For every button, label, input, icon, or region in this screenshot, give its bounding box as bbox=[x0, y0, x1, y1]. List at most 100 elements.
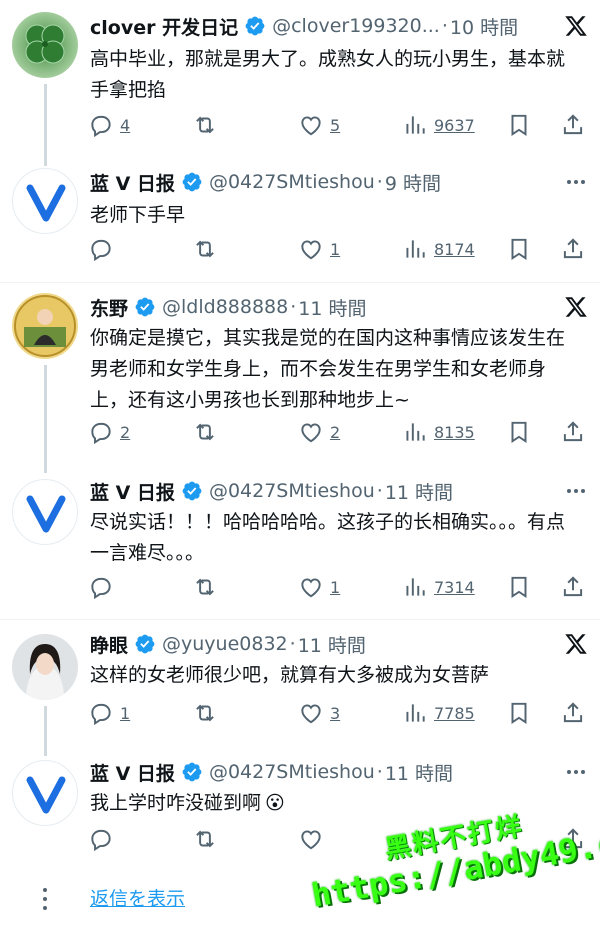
verified-badge-icon bbox=[135, 297, 155, 317]
tweet-2[interactable]: 蓝 V 日报 @0427SMtieshou · 9 時間 老师下手早 1 817… bbox=[0, 148, 600, 282]
heart-icon bbox=[301, 116, 321, 136]
avatar-dongye[interactable] bbox=[12, 293, 78, 359]
share-button[interactable] bbox=[560, 234, 586, 264]
view-count: 7785 bbox=[434, 703, 475, 723]
like-count: 1 bbox=[330, 239, 341, 259]
reply-icon bbox=[91, 422, 111, 445]
x-logo-icon[interactable] bbox=[564, 14, 588, 38]
bookmark-icon bbox=[511, 114, 527, 137]
avatar-clover[interactable] bbox=[12, 12, 78, 78]
verified-badge-icon bbox=[135, 634, 155, 654]
retweet-button[interactable] bbox=[192, 110, 218, 140]
action-bar: 1 8174 bbox=[88, 234, 588, 264]
more-options-icon[interactable] bbox=[564, 170, 588, 194]
timestamp[interactable]: 11 時間 bbox=[298, 631, 366, 658]
timestamp[interactable]: 11 時間 bbox=[385, 759, 453, 786]
reply-button[interactable] bbox=[88, 824, 120, 854]
timestamp[interactable]: 10 時間 bbox=[450, 13, 518, 40]
reply-icon bbox=[91, 703, 111, 726]
display-name[interactable]: 蓝 V 日报 bbox=[90, 478, 175, 505]
reply-icon bbox=[91, 577, 111, 600]
views-button[interactable]: 7314 bbox=[402, 572, 475, 602]
heart-icon bbox=[301, 240, 321, 260]
views-button[interactable]: 8174 bbox=[402, 234, 475, 264]
avatar-woman[interactable] bbox=[12, 634, 78, 700]
x-logo-icon[interactable] bbox=[564, 632, 588, 656]
reply-button[interactable] bbox=[88, 234, 120, 264]
tweet-4[interactable]: 蓝 V 日报 @0427SMtieshou · 11 時間 尽说实话！！！哈哈哈… bbox=[0, 463, 600, 619]
reply-button[interactable]: 1 bbox=[88, 698, 130, 728]
like-button[interactable]: 3 bbox=[298, 698, 340, 728]
tweet-text: 这样的女老师很少吧，就算有大多被成为女菩萨 bbox=[90, 664, 490, 686]
bookmark-button[interactable] bbox=[506, 417, 532, 447]
like-button[interactable]: 5 bbox=[298, 110, 340, 140]
tweet-3[interactable]: 东野 @ldld888888 · 11 時間 你确定是摸它，其实我是觉的在国内这… bbox=[0, 283, 600, 473]
separator-dot: · bbox=[376, 171, 383, 193]
views-button[interactable]: 7785 bbox=[402, 698, 475, 728]
views-button[interactable]: 9637 bbox=[402, 110, 475, 140]
handle[interactable]: @clover199320... bbox=[272, 15, 440, 37]
retweet-button[interactable] bbox=[192, 417, 218, 447]
share-button[interactable] bbox=[560, 110, 586, 140]
timestamp[interactable]: 11 時間 bbox=[385, 478, 453, 505]
reply-button[interactable] bbox=[88, 572, 120, 602]
bookmark-button[interactable] bbox=[506, 572, 532, 602]
tweet-1[interactable]: clover 开发日记 @clover199320... · 10 時間 高中毕… bbox=[0, 0, 600, 166]
retweet-button[interactable] bbox=[192, 234, 218, 264]
tweet-header: 蓝 V 日报 @0427SMtieshou · 11 時間 bbox=[90, 475, 590, 507]
display-name[interactable]: 睁眼 bbox=[90, 631, 128, 658]
verified-badge-icon bbox=[182, 481, 202, 501]
more-options-icon[interactable] bbox=[564, 479, 588, 503]
reply-count: 4 bbox=[120, 115, 131, 135]
retweet-button[interactable] bbox=[192, 698, 218, 728]
avatar-blue-v[interactable] bbox=[12, 760, 78, 826]
handle[interactable]: @yuyue0832 bbox=[162, 633, 288, 655]
action-bar: 4 5 9637 bbox=[88, 110, 588, 140]
view-count: 8135 bbox=[434, 422, 475, 442]
like-button[interactable]: 1 bbox=[298, 572, 340, 602]
share-icon bbox=[563, 702, 583, 723]
handle[interactable]: @ldld888888 bbox=[162, 296, 288, 318]
bookmark-icon bbox=[511, 238, 527, 261]
retweet-button[interactable] bbox=[192, 824, 218, 854]
share-button[interactable] bbox=[560, 698, 586, 728]
reply-button[interactable]: 2 bbox=[88, 417, 130, 447]
retweet-icon bbox=[196, 578, 214, 596]
display-name[interactable]: 蓝 V 日报 bbox=[90, 759, 175, 786]
retweet-button[interactable] bbox=[192, 572, 218, 602]
separator-dot: · bbox=[289, 633, 296, 655]
views-chart-icon bbox=[406, 578, 425, 596]
handle[interactable]: @0427SMtieshou bbox=[209, 761, 375, 783]
display-name[interactable]: 蓝 V 日报 bbox=[90, 169, 175, 196]
like-button[interactable]: 1 bbox=[298, 234, 340, 264]
x-logo-icon[interactable] bbox=[564, 295, 588, 319]
avatar-blue-v[interactable] bbox=[12, 168, 78, 234]
handle[interactable]: @0427SMtieshou bbox=[209, 480, 375, 502]
share-button[interactable] bbox=[560, 417, 586, 447]
bookmark-icon bbox=[511, 702, 527, 725]
reply-button[interactable]: 4 bbox=[88, 110, 130, 140]
display-name[interactable]: clover 开发日记 bbox=[90, 13, 238, 40]
bookmark-button[interactable] bbox=[506, 234, 532, 264]
retweet-icon bbox=[196, 704, 214, 722]
reply-icon bbox=[91, 239, 111, 262]
verified-badge-icon bbox=[245, 16, 265, 36]
like-button[interactable]: 2 bbox=[298, 417, 340, 447]
display-name[interactable]: 东野 bbox=[90, 294, 128, 321]
share-icon bbox=[563, 576, 583, 597]
separator-dot: · bbox=[376, 761, 383, 783]
avatar-blue-v[interactable] bbox=[12, 479, 78, 545]
timestamp[interactable]: 11 時間 bbox=[298, 294, 366, 321]
bookmark-button[interactable] bbox=[506, 110, 532, 140]
view-count: 8174 bbox=[434, 239, 475, 259]
handle[interactable]: @0427SMtieshou bbox=[209, 171, 375, 193]
bookmark-button[interactable] bbox=[506, 698, 532, 728]
like-count: 5 bbox=[330, 115, 341, 135]
share-button[interactable] bbox=[560, 572, 586, 602]
separator-dot: · bbox=[441, 15, 448, 37]
show-replies-link[interactable]: 返信を表示 bbox=[90, 884, 185, 911]
tweet-5[interactable]: 睁眼 @yuyue0832 · 11 時間 这样的女老师很少吧，就算有大多被成为… bbox=[0, 620, 600, 756]
tweet-header: 东野 @ldld888888 · 11 時間 bbox=[90, 291, 590, 323]
timestamp[interactable]: 9 時間 bbox=[385, 169, 441, 196]
views-button[interactable]: 8135 bbox=[402, 417, 475, 447]
